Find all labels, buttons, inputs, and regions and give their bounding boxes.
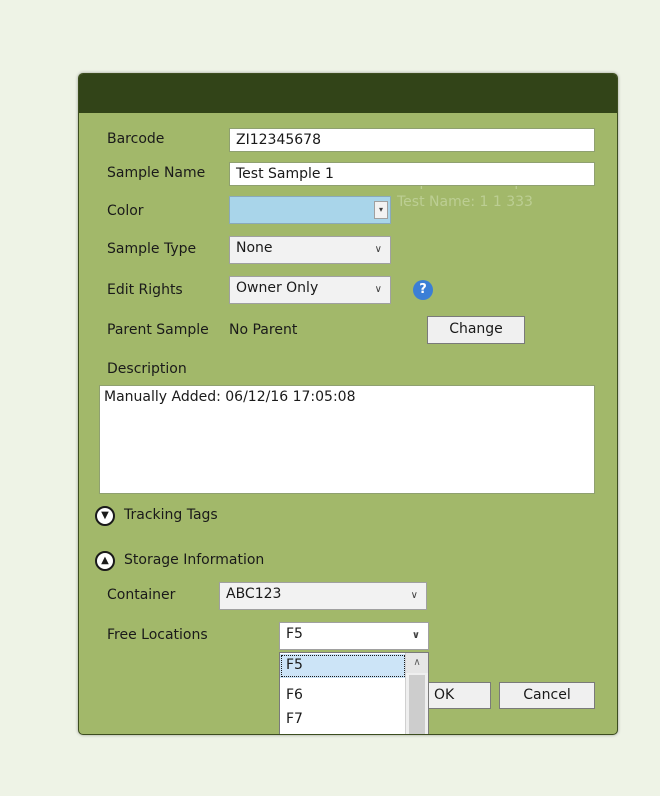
edit-rights-value: Owner Only	[236, 280, 319, 296]
free-locations-value: F5	[286, 626, 303, 642]
container-label: Container	[107, 587, 176, 603]
chevron-down-icon: ∨	[410, 590, 418, 601]
help-icon[interactable]: ?	[413, 280, 433, 300]
container-select[interactable]: ABC123 ∨	[219, 582, 427, 610]
chevron-down-icon: ∨	[374, 244, 382, 255]
barcode-input[interactable]: ZI12345678	[229, 128, 595, 152]
sample-name-label: Sample Name	[107, 165, 206, 181]
sample-type-value: None	[236, 240, 273, 256]
ok-button[interactable]: OK	[427, 682, 491, 709]
chevron-up-icon[interactable]: ∧	[406, 653, 428, 673]
free-locations-select[interactable]: F5 ∨	[279, 622, 429, 650]
dropdown-option-f5[interactable]: F5	[280, 654, 406, 678]
color-picker[interactable]: ▾	[229, 196, 391, 224]
description-label: Description	[107, 361, 187, 377]
chevron-down-circle-icon[interactable]: ▼	[95, 506, 115, 526]
chevron-down-icon: ∨	[374, 284, 382, 295]
barcode-label: Barcode	[107, 131, 165, 147]
parent-sample-value: No Parent	[229, 322, 298, 338]
chevron-down-icon[interactable]: ▾	[374, 201, 388, 219]
background-ghost-text: Test Name: 1 1 333	[397, 194, 533, 210]
dropdown-option-f7[interactable]: F7	[280, 708, 406, 732]
chevron-up-circle-icon[interactable]: ▲	[95, 551, 115, 571]
change-button[interactable]: Change	[427, 316, 525, 344]
sample-type-label: Sample Type	[107, 241, 197, 257]
scrollbar-thumb[interactable]	[409, 675, 425, 734]
sample-type-select[interactable]: None ∨	[229, 236, 391, 264]
dropdown-scrollbar[interactable]: ∧	[405, 653, 428, 734]
title-bar	[79, 74, 617, 113]
sample-dialog: Emp Name: Sample First Test Name: 1 1 33…	[78, 73, 618, 735]
tracking-tags-header[interactable]: Tracking Tags	[124, 507, 218, 523]
sample-name-input[interactable]: Test Sample 1	[229, 162, 595, 186]
storage-information-header[interactable]: Storage Information	[124, 552, 264, 568]
parent-sample-label: Parent Sample	[107, 322, 209, 338]
color-label: Color	[107, 203, 144, 219]
container-value: ABC123	[226, 586, 282, 602]
free-locations-dropdown[interactable]: F5 F6 F7 ∧	[279, 652, 429, 734]
chevron-down-icon: ∨	[411, 630, 420, 641]
free-locations-label: Free Locations	[107, 627, 208, 643]
description-textarea[interactable]: Manually Added: 06/12/16 17:05:08	[99, 385, 595, 494]
edit-rights-select[interactable]: Owner Only ∨	[229, 276, 391, 304]
cancel-button[interactable]: Cancel	[499, 682, 595, 709]
edit-rights-label: Edit Rights	[107, 282, 183, 298]
dropdown-option-f6[interactable]: F6	[280, 684, 406, 708]
